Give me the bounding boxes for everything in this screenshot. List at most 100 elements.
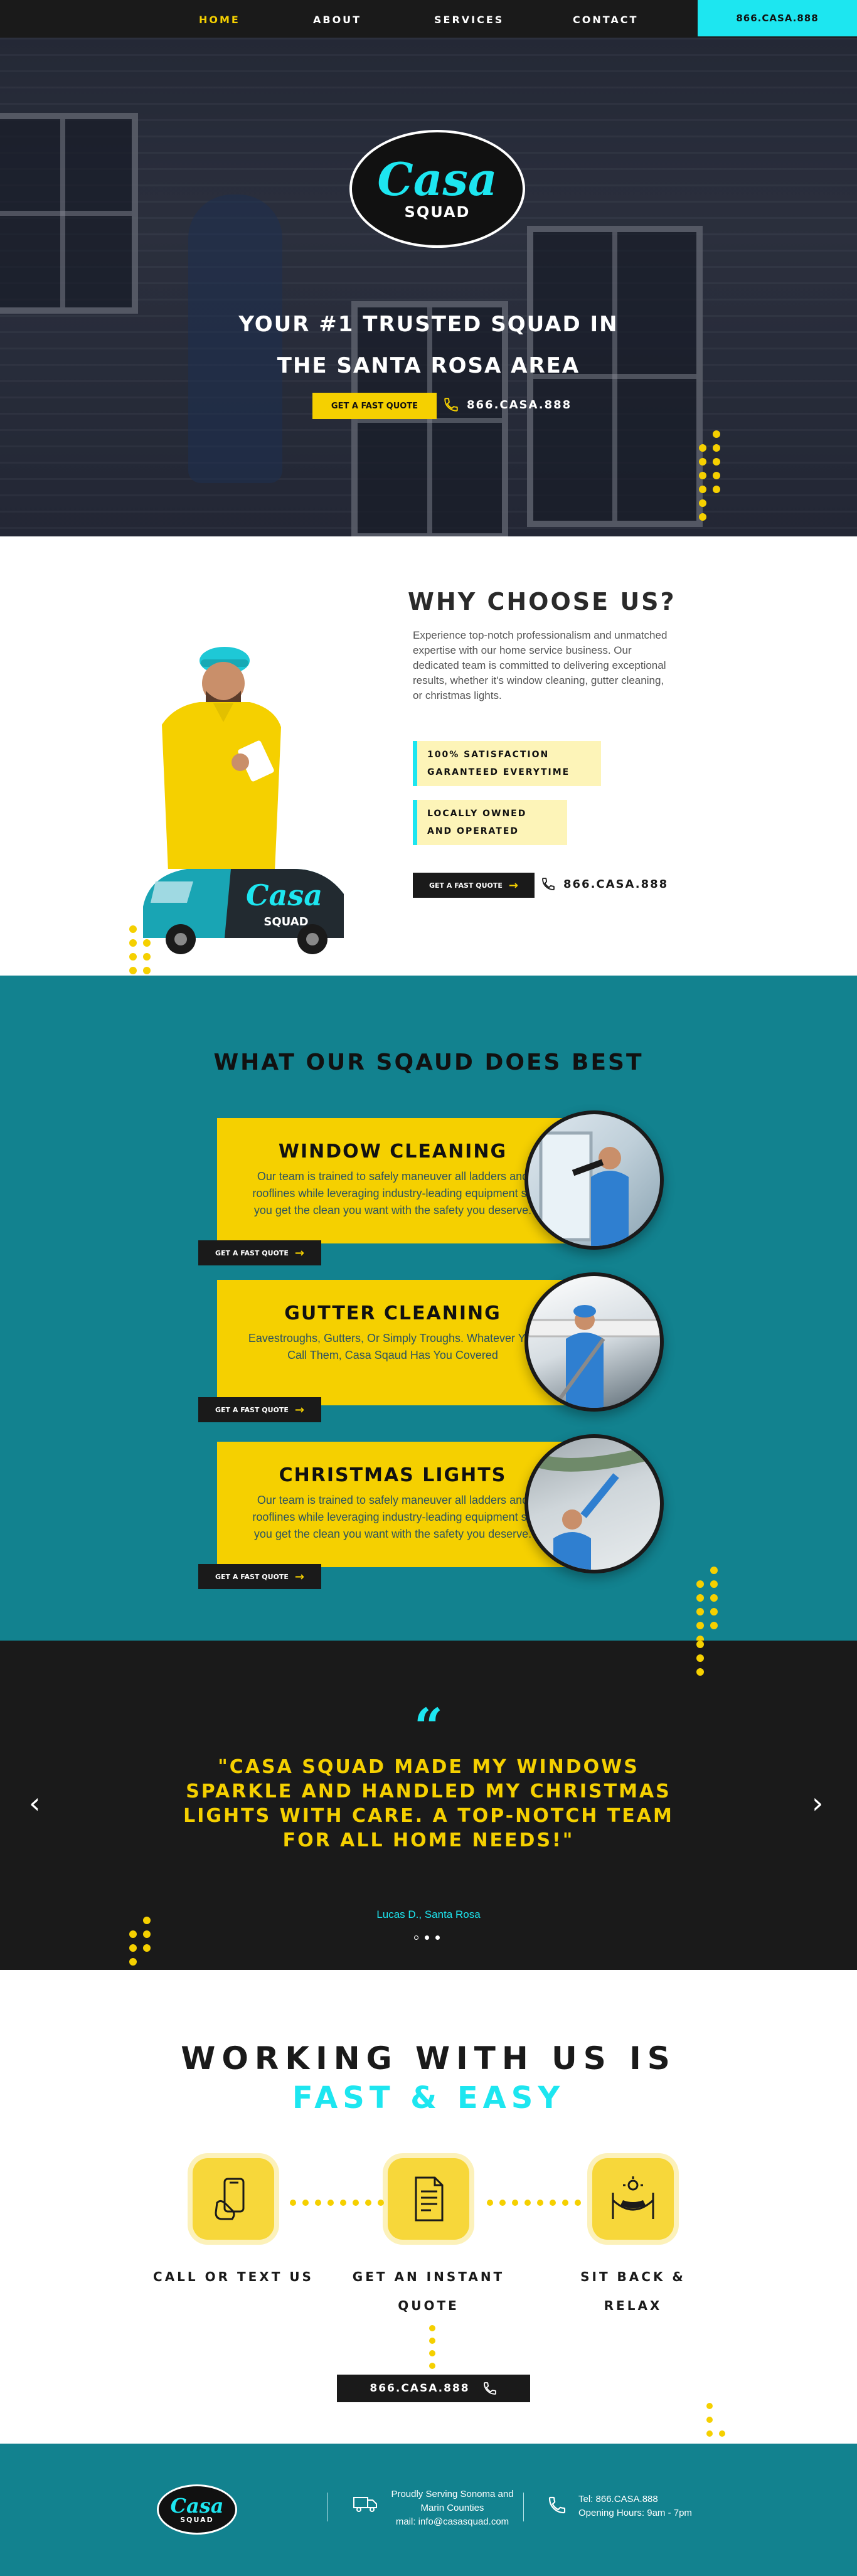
footer-serving-line-2: Marin Counties	[420, 2503, 484, 2513]
service-photo-lights	[524, 1434, 664, 1573]
footer-logo-sub: SQUAD	[180, 2515, 214, 2524]
service-text-gutter: Eavestroughs, Gutters, Or Simply Troughs…	[248, 1332, 538, 1361]
service-text-window: Our team is trained to safely maneuver a…	[252, 1170, 533, 1216]
footer-logo-script: Casa	[170, 2493, 224, 2518]
testimonial-quote: "CASA SQUAD MADE MY WINDOWS SPARKLE AND …	[183, 1756, 674, 1851]
service-text-lights: Our team is trained to safely maneuver a…	[252, 1494, 533, 1540]
process-phone-button[interactable]: 866.CASA.888	[337, 2375, 530, 2402]
hero-headline-line-2: THE SANTA ROSA AREA	[277, 353, 580, 378]
hero-quote-button[interactable]: GET A FAST QUOTE	[312, 393, 437, 419]
services-section: WHAT OUR SQAUD DOES BEST WINDOW CLEANING…	[0, 976, 857, 1643]
process-vertical-dots	[429, 2325, 435, 2369]
arrow-right-icon: →	[294, 1246, 304, 1260]
footer-email[interactable]: mail: info@casasquad.com	[381, 2515, 523, 2529]
step-label-call: CALL OR TEXT US	[153, 2269, 314, 2284]
testimonial-author: Lucas D., Santa Rosa	[376, 1908, 481, 1920]
badge-1-line-1: 100% SATISFACTION	[427, 750, 550, 760]
document-icon	[415, 2176, 444, 2222]
why-title: WHY CHOOSE US?	[408, 588, 676, 615]
van-logo-script: Casa	[246, 878, 322, 912]
phone-icon	[483, 2382, 496, 2395]
step-connector-1	[290, 2200, 384, 2206]
nav-services[interactable]: SERVICES	[434, 14, 504, 26]
badge-2-line-1: LOCALLY OWNED	[427, 809, 527, 819]
footer-tel[interactable]: Tel: 866.CASA.888	[578, 2493, 716, 2506]
why-phone-number: 866.CASA.888	[563, 877, 669, 891]
testimonial-top-dots	[696, 1641, 718, 1676]
nav-phone-button[interactable]: 866.CASA.888	[698, 0, 857, 36]
window-cleaner-image	[539, 1131, 629, 1246]
slider-next-icon[interactable]: ›	[812, 1786, 823, 1820]
gutter-quote-button[interactable]: GET A FAST QUOTE →	[198, 1397, 321, 1422]
local-badge: LOCALLY OWNED AND OPERATED	[413, 800, 567, 845]
footer-serving-line-1: Proudly Serving Sonoma and	[391, 2489, 514, 2499]
slider-dot-1[interactable]	[414, 1935, 418, 1940]
van-logo-sub: SQUAD	[263, 915, 308, 929]
phone-icon	[444, 398, 458, 412]
nav-contact[interactable]: CONTACT	[573, 14, 638, 26]
logo-sub-text: SQUAD	[404, 203, 471, 221]
footer-divider-1	[327, 2493, 328, 2521]
arrow-right-icon: →	[294, 1570, 304, 1583]
step-quote-tile	[388, 2158, 469, 2240]
testimonial-bottom-dots	[129, 1917, 151, 1966]
why-phone[interactable]: 866.CASA.888	[541, 876, 668, 891]
hero-phone[interactable]: 866.CASA.888	[443, 397, 572, 413]
nav-about[interactable]: ABOUT	[313, 14, 361, 26]
hero-decor-dots	[699, 430, 720, 521]
window-quote-button[interactable]: GET A FAST QUOTE →	[198, 1240, 321, 1265]
gutter-quote-label: GET A FAST QUOTE	[215, 1405, 289, 1414]
why-quote-button[interactable]: GET A FAST QUOTE →	[413, 873, 535, 898]
process-phone-number: 866.CASA.888	[370, 2382, 470, 2395]
hero-phone-number: 866.CASA.888	[467, 398, 572, 412]
phone-hand-icon	[215, 2178, 245, 2220]
process-section: WORKING WITH US IS FAST & EASY CALL OR T…	[0, 1970, 857, 2444]
service-title-window: WINDOW CLEANING	[278, 1141, 508, 1163]
service-card-gutter: GUTTER CLEANING Eavestroughs, Gutters, O…	[217, 1280, 568, 1405]
top-nav: HOME ABOUT SERVICES CONTACT 866.CASA.888	[0, 0, 857, 38]
step-connector-2	[487, 2200, 581, 2206]
service-title-gutter: GUTTER CLEANING	[284, 1302, 501, 1324]
phone-icon	[542, 878, 555, 890]
hero-headline-line-1: YOUR #1 TRUSTED SQUAD IN	[238, 312, 619, 337]
why-choose-section: Casa SQUAD WHY CHOOSE US? Experience top…	[0, 536, 857, 1016]
van-image: Casa SQUAD	[143, 869, 344, 954]
badge-1-line-2: GARANTEED EVERYTIME	[427, 767, 570, 777]
process-subtitle: FAST & EASY	[292, 2080, 565, 2116]
slider-dot-2[interactable]	[425, 1935, 429, 1940]
service-photo-gutter	[524, 1272, 664, 1412]
step-label-relax: SIT BACK & RELAX	[580, 2269, 686, 2313]
hero-logo: Casa SQUAD	[349, 130, 525, 248]
service-card-window: WINDOW CLEANING Our team is trained to s…	[217, 1118, 568, 1243]
gutter-cleaner-image	[528, 1305, 660, 1408]
service-title-lights: CHRISTMAS LIGHTS	[279, 1464, 507, 1486]
testimonial-section: “ "CASA SQUAD MADE MY WINDOWS SPARKLE AN…	[0, 1641, 857, 1970]
arrow-right-icon: →	[508, 878, 518, 892]
process-decor-dots	[706, 2403, 725, 2437]
footer-contact: Tel: 866.CASA.888 Opening Hours: 9am - 7…	[578, 2493, 716, 2520]
process-title: WORKING WITH US IS	[181, 2040, 676, 2077]
footer: Casa SQUAD Proudly Serving Sonoma and Ma…	[0, 2444, 857, 2576]
services-decor-dots	[696, 1567, 718, 1643]
arrow-right-icon: →	[294, 1403, 304, 1417]
christmas-lights-image	[528, 1444, 660, 1570]
satisfaction-badge: 100% SATISFACTION GARANTEED EVERYTIME	[413, 741, 601, 786]
why-quote-label: GET A FAST QUOTE	[429, 881, 503, 890]
delivery-van-icon	[353, 2497, 377, 2512]
hero-section: Casa SQUAD YOUR #1 TRUSTED SQUAD IN THE …	[0, 38, 857, 536]
slider-prev-icon[interactable]: ‹	[29, 1786, 40, 1820]
footer-service-area: Proudly Serving Sonoma and Marin Countie…	[381, 2488, 523, 2529]
footer-logo[interactable]: Casa SQUAD	[157, 2484, 237, 2535]
hero-headline: YOUR #1 TRUSTED SQUAD IN THE SANTA ROSA …	[178, 304, 679, 386]
window-quote-label: GET A FAST QUOTE	[215, 1248, 289, 1257]
logo-script-text: Casa	[377, 152, 498, 206]
why-description: Experience top-notch professionalism and…	[413, 629, 668, 701]
slider-dot-3[interactable]	[435, 1935, 440, 1940]
hammock-icon	[612, 2176, 654, 2219]
service-card-lights: CHRISTMAS LIGHTS Our team is trained to …	[217, 1442, 568, 1567]
footer-divider-2	[523, 2493, 524, 2521]
service-photo-window	[524, 1110, 664, 1250]
nav-home[interactable]: HOME	[199, 14, 240, 26]
phone-icon	[548, 2496, 566, 2514]
lights-quote-button[interactable]: GET A FAST QUOTE →	[198, 1564, 321, 1589]
